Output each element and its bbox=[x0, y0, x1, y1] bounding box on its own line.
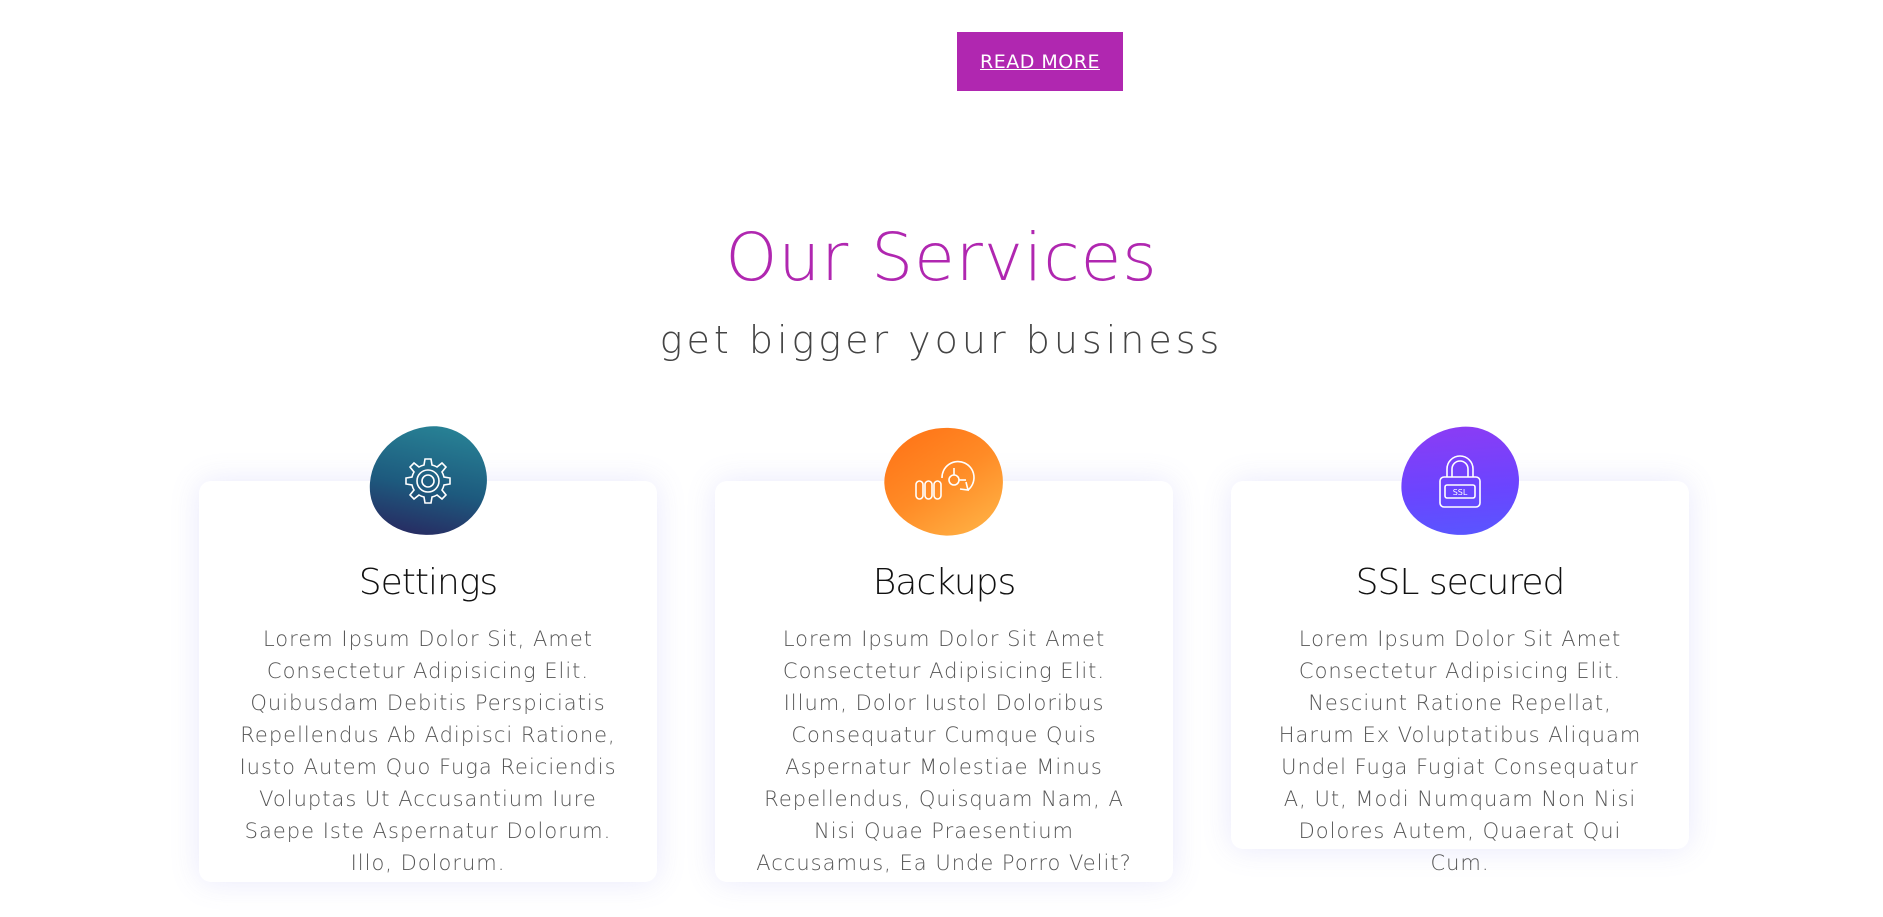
card-description: Lorem Ipsum Dolor Sit Amet Consectetur A… bbox=[1278, 627, 1642, 875]
gear-icon bbox=[405, 458, 451, 504]
service-card-settings: Settings Lorem Ipsum Dolor Sit, Amet Con… bbox=[199, 419, 657, 882]
card-title: Settings bbox=[358, 562, 498, 603]
read-more-button[interactable]: READ MORE bbox=[957, 32, 1123, 91]
backups-blob bbox=[875, 415, 1013, 547]
svg-text:SSL: SSL bbox=[1453, 488, 1468, 497]
services-title: Our Services bbox=[725, 219, 1158, 296]
card-title: Backups bbox=[872, 562, 1017, 603]
ssl-lock-icon: SSL bbox=[1439, 455, 1481, 508]
ssl-blob: SSL bbox=[1397, 423, 1523, 539]
page: READ MORE Our Services get bigger your b… bbox=[0, 0, 1883, 917]
service-card-ssl: SSL SSL secured Lorem Ipsum Dolor Sit Am… bbox=[1231, 423, 1689, 875]
service-card-backups: Backups Lorem Ipsum Dolor Sit Amet Conse… bbox=[715, 415, 1173, 882]
services-subtitle: get bigger your business bbox=[659, 318, 1224, 362]
card-title: SSL secured bbox=[1355, 562, 1566, 603]
card-description: Lorem Ipsum Dolor Sit, Amet Consectetur … bbox=[239, 627, 617, 875]
backup-icon bbox=[915, 460, 975, 500]
settings-blob bbox=[362, 419, 494, 543]
card-description: Lorem Ipsum Dolor Sit Amet Consectetur A… bbox=[756, 627, 1132, 875]
